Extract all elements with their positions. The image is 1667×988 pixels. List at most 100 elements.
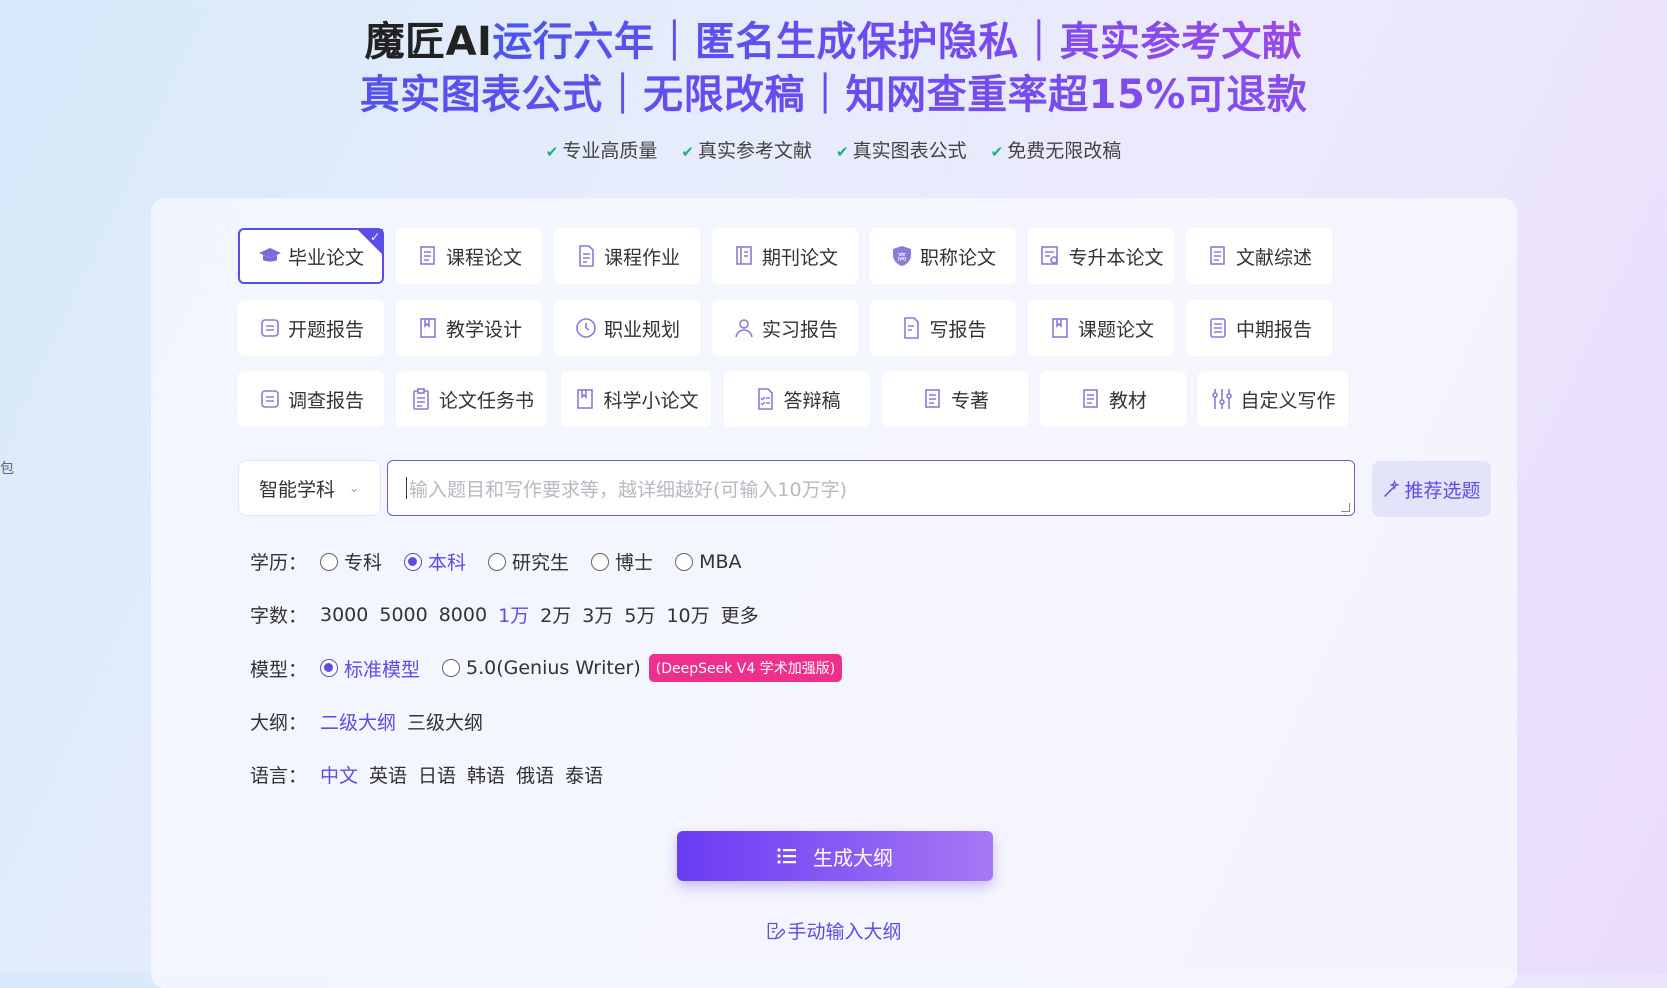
wordcount-option[interactable]: 10万 [666, 601, 709, 628]
type-midterm-report[interactable]: 中期报告 [1186, 300, 1332, 356]
type-defense-draft[interactable]: 答辩稿 [724, 371, 870, 427]
type-task-book[interactable]: 论文任务书 [396, 371, 547, 427]
outline-row: 大纲： 二级大纲 三级大纲 [250, 708, 494, 735]
topic-input[interactable]: 输入题目和写作要求等，越详细越好(可输入10万字) [387, 460, 1355, 516]
recommend-topic-button[interactable]: 推荐选题 [1372, 461, 1491, 517]
document-icon [1079, 387, 1103, 411]
type-course-paper[interactable]: 课程论文 [396, 228, 542, 284]
education-option[interactable]: MBA [675, 551, 742, 573]
book-icon [1048, 316, 1072, 340]
certificate-icon [1038, 244, 1062, 268]
wordcount-label: 字数： [250, 605, 308, 627]
topic-placeholder: 输入题目和写作要求等，越详细越好(可输入10万字) [409, 478, 848, 501]
subject-select-value: 智能学科 [259, 478, 336, 501]
type-internship-report[interactable]: 实习报告 [712, 300, 858, 356]
language-option-selected[interactable]: 中文 [320, 761, 358, 788]
type-title-paper[interactable]: 高 职称论文 [870, 228, 1016, 284]
check-icon: ✔ [681, 143, 694, 161]
type-survey-report[interactable]: 调查报告 [238, 371, 384, 427]
list-icon [777, 847, 797, 865]
document-icon [921, 387, 945, 411]
manual-outline-link[interactable]: 手动输入大纲 [0, 917, 1667, 946]
type-textbook[interactable]: 教材 [1040, 371, 1186, 427]
text-cursor [406, 477, 407, 499]
type-career-planning[interactable]: 职业规划 [554, 300, 700, 356]
chevron-down-icon: ⌄ [349, 481, 360, 495]
subject-select[interactable]: 智能学科 ⌄ [238, 460, 381, 516]
type-literature-review[interactable]: 文献综述 [1186, 228, 1332, 284]
language-option[interactable]: 英语 [369, 761, 407, 788]
language-option[interactable]: 俄语 [516, 761, 554, 788]
book-icon [573, 387, 597, 411]
resize-handle[interactable] [1341, 503, 1350, 512]
svg-text:高: 高 [897, 251, 906, 263]
outline-option[interactable]: 三级大纲 [407, 708, 483, 735]
language-option[interactable]: 韩语 [467, 761, 505, 788]
education-option[interactable]: 研究生 [488, 548, 569, 575]
shield-badge-icon: 高 [890, 244, 914, 268]
model-badge: (DeepSeek V4 学术加强版) [648, 654, 843, 682]
education-label: 学历： [250, 552, 308, 574]
type-project-paper[interactable]: 课题论文 [1028, 300, 1174, 356]
model-row: 模型： 标准模型 5.0(Genius Writer) (DeepSeek V4… [250, 654, 843, 682]
education-option-selected[interactable]: 本科 [404, 548, 466, 575]
language-label: 语言： [250, 765, 308, 787]
file-edit-icon [899, 316, 923, 340]
clipboard-icon [409, 387, 433, 411]
type-journal-paper[interactable]: 期刊论文 [712, 228, 858, 284]
report-icon [258, 316, 282, 340]
language-option[interactable]: 日语 [418, 761, 456, 788]
type-monograph[interactable]: 专著 [882, 371, 1028, 427]
wordcount-option[interactable]: 5000 [379, 604, 427, 626]
document-icon [416, 244, 440, 268]
model-option[interactable]: 5.0(Genius Writer) [442, 657, 641, 679]
type-science-paper[interactable]: 科学小论文 [561, 371, 711, 427]
feature-item: ✔ 真实图表公式 [836, 140, 967, 162]
check-icon: ✔ [545, 143, 559, 161]
book-icon [416, 316, 440, 340]
brand-name: 魔匠AI [364, 19, 493, 65]
wordcount-row: 字数： 3000 5000 8000 1万 2万 3万 5万 10万 更多 [250, 601, 770, 628]
outline-label: 大纲： [250, 712, 308, 734]
list-doc-icon [1206, 316, 1230, 340]
type-proposal-report[interactable]: 开题报告 [238, 300, 384, 356]
type-upgrade-paper[interactable]: 专升本论文 [1028, 228, 1174, 284]
wordcount-option[interactable]: 8000 [439, 604, 487, 626]
edit-icon [765, 921, 787, 946]
type-custom-writing[interactable]: 自定义写作 [1198, 371, 1348, 427]
hero-slogan-1: 运行六年｜匿名生成保护隐私｜真实参考文献 [492, 19, 1303, 65]
generate-outline-label: 生成大纲 [813, 845, 893, 870]
outline-option-selected[interactable]: 二级大纲 [320, 708, 396, 735]
magic-wand-icon [1382, 479, 1402, 499]
wordcount-option[interactable]: 3万 [582, 601, 613, 628]
wordcount-option[interactable]: 3000 [320, 604, 368, 626]
check-icon: ✓ [369, 230, 380, 244]
checklist-icon [753, 387, 777, 411]
sliders-icon [1210, 387, 1234, 411]
education-option[interactable]: 博士 [591, 548, 653, 575]
model-label: 模型： [250, 658, 308, 681]
feature-item: ✔ 免费无限改稿 [990, 140, 1122, 162]
type-write-report[interactable]: 写报告 [870, 300, 1016, 356]
language-option[interactable]: 泰语 [565, 761, 603, 788]
education-option[interactable]: 专科 [320, 548, 382, 575]
check-icon: ✔ [836, 143, 849, 161]
type-graduation-thesis[interactable]: 毕业论文 ✓ [238, 228, 384, 284]
wordcount-option-selected[interactable]: 1万 [498, 601, 529, 628]
hero-line-2: 真实图表公式｜无限改稿｜知网查重率超15%可退款 [0, 69, 1667, 122]
type-course-assignment[interactable]: 课程作业 [554, 228, 700, 284]
wordcount-option[interactable]: 2万 [540, 601, 571, 628]
file-icon [574, 244, 598, 268]
check-icon: ✔ [990, 143, 1004, 161]
report-icon [258, 387, 282, 411]
type-teaching-design[interactable]: 教学设计 [396, 300, 542, 356]
wordcount-option[interactable]: 5万 [624, 601, 655, 628]
wordcount-more[interactable]: 更多 [721, 601, 759, 628]
feature-list: ✔ 专业高质量 ✔ 真实参考文献 ✔ 真实图表公式 ✔ 免费无限改稿 [0, 136, 1667, 163]
model-option-selected[interactable]: 标准模型 [320, 655, 420, 682]
graduation-cap-icon [258, 244, 282, 268]
clock-icon [574, 316, 598, 340]
side-edge-text: 包 [0, 461, 14, 477]
education-row: 学历： 专科 本科 研究生 博士 MBA [250, 548, 764, 575]
generate-outline-button[interactable]: 生成大纲 [677, 831, 993, 881]
